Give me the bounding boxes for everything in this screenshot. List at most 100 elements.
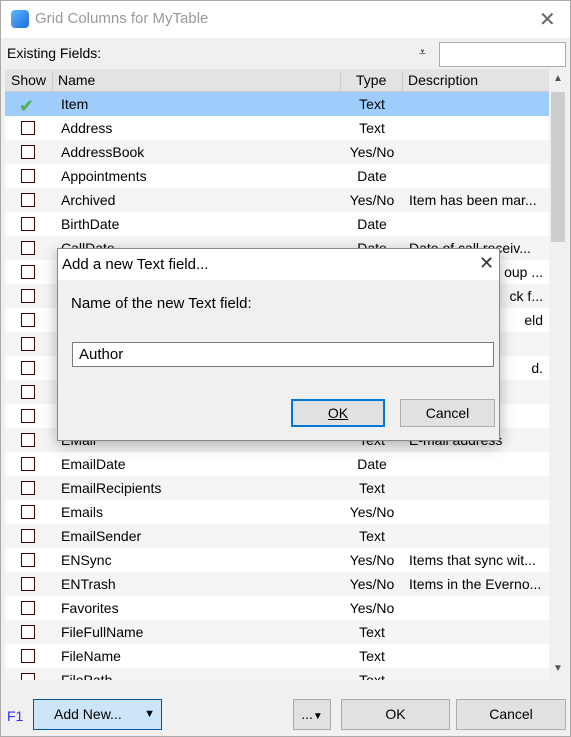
show-checkbox[interactable]	[21, 433, 35, 447]
show-checkbox[interactable]	[21, 601, 35, 615]
field-description: Items in the Everno...	[409, 576, 542, 592]
field-type: Yes/No	[349, 600, 395, 616]
field-description: Item has been mar...	[409, 192, 537, 208]
help-f1-link[interactable]: F1	[7, 708, 23, 724]
scroll-thumb[interactable]	[551, 92, 565, 242]
dialog-cancel-button[interactable]: Cancel	[400, 399, 495, 427]
field-type: Date	[357, 216, 387, 232]
field-name: FileFullName	[61, 624, 144, 640]
dialog-title: Add a new Text field...	[62, 256, 209, 273]
dialog-title-bar: Add a new Text field... ✕	[58, 249, 499, 280]
field-name: Item	[61, 96, 89, 112]
show-checkbox[interactable]	[21, 457, 35, 471]
dialog-cancel-label: Cancel	[425, 405, 470, 421]
table-row[interactable]: Address Text	[5, 116, 549, 140]
field-name: FilePath	[61, 672, 113, 680]
field-name: EmailDate	[61, 456, 126, 472]
show-checkbox[interactable]	[21, 529, 35, 543]
field-type: Date	[357, 168, 387, 184]
show-checkbox[interactable]	[21, 361, 35, 375]
table-row[interactable]: ENTrash Yes/No Items in the Everno...	[5, 572, 549, 596]
ok-button[interactable]: OK	[341, 699, 450, 730]
field-name: BirthDate	[61, 216, 120, 232]
field-name: ENTrash	[61, 576, 116, 592]
table-row[interactable]: Favorites Yes/No	[5, 596, 549, 620]
field-name: AddressBook	[61, 144, 145, 160]
field-name: Favorites	[61, 600, 119, 616]
show-checkbox[interactable]	[21, 673, 35, 680]
field-name-input[interactable]	[72, 342, 494, 367]
cancel-label: Cancel	[489, 706, 533, 722]
table-row[interactable]: EmailRecipients Text	[5, 476, 549, 500]
show-checkbox[interactable]	[21, 193, 35, 207]
grid-header: Show Name Type Description	[5, 69, 549, 92]
cancel-button[interactable]: Cancel	[456, 699, 566, 730]
show-checkbox[interactable]	[21, 337, 35, 351]
more-button[interactable]: ...▼	[293, 699, 331, 730]
field-name: Emails	[61, 504, 104, 520]
table-row[interactable]: Emails Yes/No	[5, 500, 549, 524]
table-row[interactable]: EmailSender Text	[5, 524, 549, 548]
table-row[interactable]: ✔ Item Text	[5, 92, 549, 116]
window-title: Grid Columns for MyTable	[35, 10, 209, 27]
close-icon[interactable]: ✕	[479, 253, 494, 274]
field-name-label: Name of the new Text field:	[71, 295, 252, 312]
field-type: Text	[359, 480, 385, 496]
column-header-description[interactable]: Description	[403, 72, 549, 92]
table-row[interactable]: FilePath Text	[5, 668, 549, 680]
show-checkbox[interactable]	[21, 241, 35, 255]
checkmark-icon[interactable]: ✔	[19, 96, 34, 117]
table-row[interactable]: EmailDate Date	[5, 452, 549, 476]
show-checkbox[interactable]	[21, 289, 35, 303]
field-type: Text	[359, 672, 385, 680]
show-checkbox[interactable]	[21, 217, 35, 231]
scroll-up-icon[interactable]: ▲	[553, 73, 563, 84]
field-name: Address	[61, 120, 113, 136]
show-checkbox[interactable]	[21, 577, 35, 591]
field-type: Text	[359, 624, 385, 640]
table-row[interactable]: BirthDate Date	[5, 212, 549, 236]
field-name: Appointments	[61, 168, 147, 184]
field-type: Yes/No	[349, 504, 395, 520]
show-checkbox[interactable]	[21, 649, 35, 663]
field-type: Text	[359, 96, 385, 112]
show-checkbox[interactable]	[21, 505, 35, 519]
field-type: Text	[359, 528, 385, 544]
show-checkbox[interactable]	[21, 385, 35, 399]
field-description: Items that sync wit...	[409, 552, 536, 568]
show-checkbox[interactable]	[21, 409, 35, 423]
table-row[interactable]: ENSync Yes/No Items that sync wit...	[5, 548, 549, 572]
filter-icon[interactable]: ⩡	[419, 45, 426, 60]
table-row[interactable]: Archived Yes/No Item has been mar...	[5, 188, 549, 212]
show-checkbox[interactable]	[21, 313, 35, 327]
dialog-ok-button[interactable]: OK	[291, 399, 385, 427]
add-new-label: Add New...	[54, 706, 122, 722]
field-name: EmailSender	[61, 528, 142, 544]
field-type: Yes/No	[349, 576, 395, 592]
add-new-button[interactable]: Add New... ▼	[33, 699, 162, 730]
show-checkbox[interactable]	[21, 121, 35, 135]
column-header-name[interactable]: Name	[53, 72, 341, 92]
column-header-type[interactable]: Type	[341, 72, 403, 92]
vertical-scrollbar[interactable]: ▲ ▼	[549, 69, 567, 680]
scroll-down-icon[interactable]: ▼	[553, 663, 563, 674]
show-checkbox[interactable]	[21, 553, 35, 567]
column-header-show[interactable]: Show	[5, 72, 53, 92]
add-field-dialog: Add a new Text field... ✕ Name of the ne…	[57, 248, 500, 441]
show-checkbox[interactable]	[21, 625, 35, 639]
field-type: Date	[357, 456, 387, 472]
field-name: EmailRecipients	[61, 480, 162, 496]
show-checkbox[interactable]	[21, 481, 35, 495]
show-checkbox[interactable]	[21, 169, 35, 183]
show-checkbox[interactable]	[21, 265, 35, 279]
table-row[interactable]: Appointments Date	[5, 164, 549, 188]
show-checkbox[interactable]	[21, 145, 35, 159]
chevron-down-icon[interactable]: ▼	[144, 700, 155, 729]
close-icon[interactable]: ✕	[539, 7, 556, 32]
ok-label: OK	[385, 706, 406, 722]
search-input[interactable]	[439, 42, 566, 67]
table-row[interactable]: FileName Text	[5, 644, 549, 668]
table-row[interactable]: FileFullName Text	[5, 620, 549, 644]
table-row[interactable]: AddressBook Yes/No	[5, 140, 549, 164]
chevron-down-icon: ▼	[312, 711, 323, 722]
